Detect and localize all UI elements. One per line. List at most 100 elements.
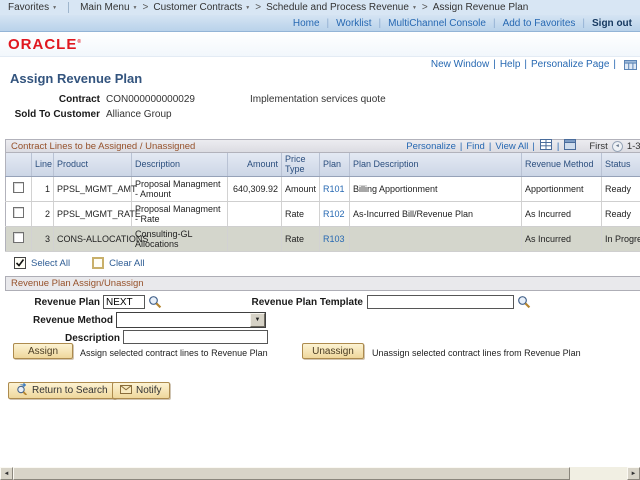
cell-plan-description: Billing Apportionment — [350, 176, 522, 201]
assign-button[interactable]: Assign — [13, 343, 73, 359]
help-link[interactable]: Help — [500, 59, 521, 70]
cell-status: Ready — [602, 201, 640, 226]
main-menu[interactable]: Main Menu ▼ — [80, 2, 137, 13]
cell-product: PPSL_MGMT_AMT — [54, 176, 132, 201]
unassign-hint: Unassign selected contract lines from Re… — [372, 348, 581, 358]
page-action-links: New Window Help Personalize Page — [431, 59, 637, 70]
cell-revenue-method: As Incurred — [522, 201, 602, 226]
column-header-description: Description — [132, 153, 228, 176]
sign-out-link[interactable]: Sign out — [592, 18, 632, 29]
cell-description: Consulting-GL Allocations — [132, 226, 228, 251]
download-grid-icon[interactable] — [540, 139, 552, 153]
cell-line: 3 — [32, 226, 54, 251]
open-in-window-icon[interactable] — [564, 139, 576, 153]
row-select-checkbox[interactable] — [13, 207, 24, 218]
plan-link[interactable]: R101 — [323, 184, 345, 194]
row-select-checkbox[interactable] — [13, 182, 24, 193]
scrollbar-thumb[interactable] — [13, 467, 570, 480]
first-label: First — [589, 141, 607, 152]
grid-title: Contract Lines to be Assigned / Unassign… — [11, 141, 195, 152]
select-all-icon[interactable] — [14, 257, 26, 269]
divider — [532, 141, 534, 152]
cell-line: 1 — [32, 176, 54, 201]
plan-link[interactable]: R103 — [323, 234, 345, 244]
select-all-link[interactable]: Select All — [31, 258, 70, 269]
personalize-link[interactable]: Personalize — [406, 141, 456, 152]
dropdown-arrow-icon[interactable]: ▼ — [250, 313, 265, 327]
clear-all-link[interactable]: Clear All — [109, 258, 144, 269]
divider — [613, 59, 616, 70]
oracle-logo: ORACLE® — [8, 36, 82, 53]
divider — [493, 18, 496, 29]
row-range: 1-3 of 3 — [627, 141, 640, 152]
cell-status: In Progress — [602, 226, 640, 251]
breadcrumb-customer-contracts[interactable]: Customer Contracts ▼ — [153, 2, 250, 13]
cell-product: PPSL_MGMT_RATE — [54, 201, 132, 226]
grid-header-bar: Contract Lines to be Assigned / Unassign… — [5, 139, 640, 153]
find-link[interactable]: Find — [466, 141, 484, 152]
contract-label: Contract — [0, 94, 100, 105]
description-input[interactable] — [123, 330, 268, 344]
breadcrumb-schedule-process-revenue[interactable]: Schedule and Process Revenue ▼ — [266, 2, 417, 13]
revenue-plan-input[interactable] — [103, 295, 145, 309]
chevron-down-icon: ▼ — [133, 5, 138, 11]
revenue-plan-template-label: Revenue Plan Template — [163, 297, 363, 308]
select-controls: Select All Clear All — [14, 257, 144, 269]
chevron-down-icon: ▼ — [412, 5, 417, 11]
chevron-down-icon: ▼ — [52, 5, 57, 11]
multichannel-console-link[interactable]: MultiChannel Console — [388, 18, 486, 29]
lookup-icon[interactable] — [517, 295, 531, 312]
page-title: Assign Revenue Plan — [10, 71, 142, 86]
row-select-checkbox[interactable] — [13, 232, 24, 243]
select-column-header — [6, 153, 32, 176]
breadcrumb-label: Schedule and Process Revenue — [266, 2, 409, 13]
cell-description: Proposal Managment - Amount — [132, 176, 228, 201]
assign-hint: Assign selected contract lines to Revenu… — [80, 348, 268, 358]
view-all-link[interactable]: View All — [495, 141, 528, 152]
cell-plan-description — [350, 226, 522, 251]
add-to-favorites-link[interactable]: Add to Favorites — [503, 18, 576, 29]
new-window-link[interactable]: New Window — [431, 59, 489, 70]
home-link[interactable]: Home — [293, 18, 320, 29]
page-settings-icon[interactable] — [620, 60, 637, 70]
clear-all-icon[interactable] — [92, 257, 104, 269]
worklist-link[interactable]: Worklist — [336, 18, 371, 29]
notify-label: Notify — [136, 385, 162, 396]
column-header-plan-description: Plan Description — [350, 153, 522, 176]
divider — [493, 59, 496, 70]
breadcrumb-separator — [143, 2, 149, 13]
plan-link[interactable]: R102 — [323, 209, 345, 219]
notify-button[interactable]: Notify — [112, 382, 170, 399]
horizontal-scrollbar[interactable]: ◄ ► — [0, 467, 640, 480]
revenue-plan-label: Revenue Plan — [0, 297, 100, 308]
scroll-left-icon[interactable]: ◄ — [0, 467, 13, 480]
return-to-search-button[interactable]: Return to Search — [8, 382, 116, 399]
brand-band: ORACLE® — [0, 32, 640, 57]
revenue-method-select[interactable]: ▼ — [116, 312, 266, 328]
column-header-product: Product — [54, 153, 132, 176]
lookup-icon[interactable] — [148, 295, 162, 312]
favorites-label: Favorites — [8, 2, 49, 13]
cell-plan-description: As-Incurred Bill/Revenue Plan — [350, 201, 522, 226]
revenue-method-label: Revenue Method — [0, 315, 113, 326]
unassign-button[interactable]: Unassign — [302, 343, 364, 359]
scroll-right-icon[interactable]: ► — [627, 467, 640, 480]
cell-revenue-method: Apportionment — [522, 176, 602, 201]
cell-price-type: Rate — [282, 201, 320, 226]
cell-price-type: Rate — [282, 226, 320, 251]
divider — [379, 18, 382, 29]
divider — [582, 18, 585, 29]
assign-section-title: Revenue Plan Assign/Unassign — [11, 278, 144, 289]
personalize-page-link[interactable]: Personalize Page — [531, 59, 609, 70]
prev-rows-icon[interactable]: ◄ — [612, 141, 623, 152]
table-header-row: Line Product Description Amount Price Ty… — [6, 153, 640, 176]
cell-amount — [228, 226, 282, 251]
peoplesoft-window: Favorites ▼ Main Menu ▼ Customer Contrac… — [0, 0, 640, 480]
cell-amount — [228, 201, 282, 226]
column-header-plan: Plan — [320, 153, 350, 176]
favorites-menu[interactable]: Favorites ▼ — [8, 2, 57, 13]
cell-amount: 640,309.92 — [228, 176, 282, 201]
cell-status: Ready — [602, 176, 640, 201]
revenue-plan-template-input[interactable] — [367, 295, 514, 309]
divider — [327, 18, 330, 29]
